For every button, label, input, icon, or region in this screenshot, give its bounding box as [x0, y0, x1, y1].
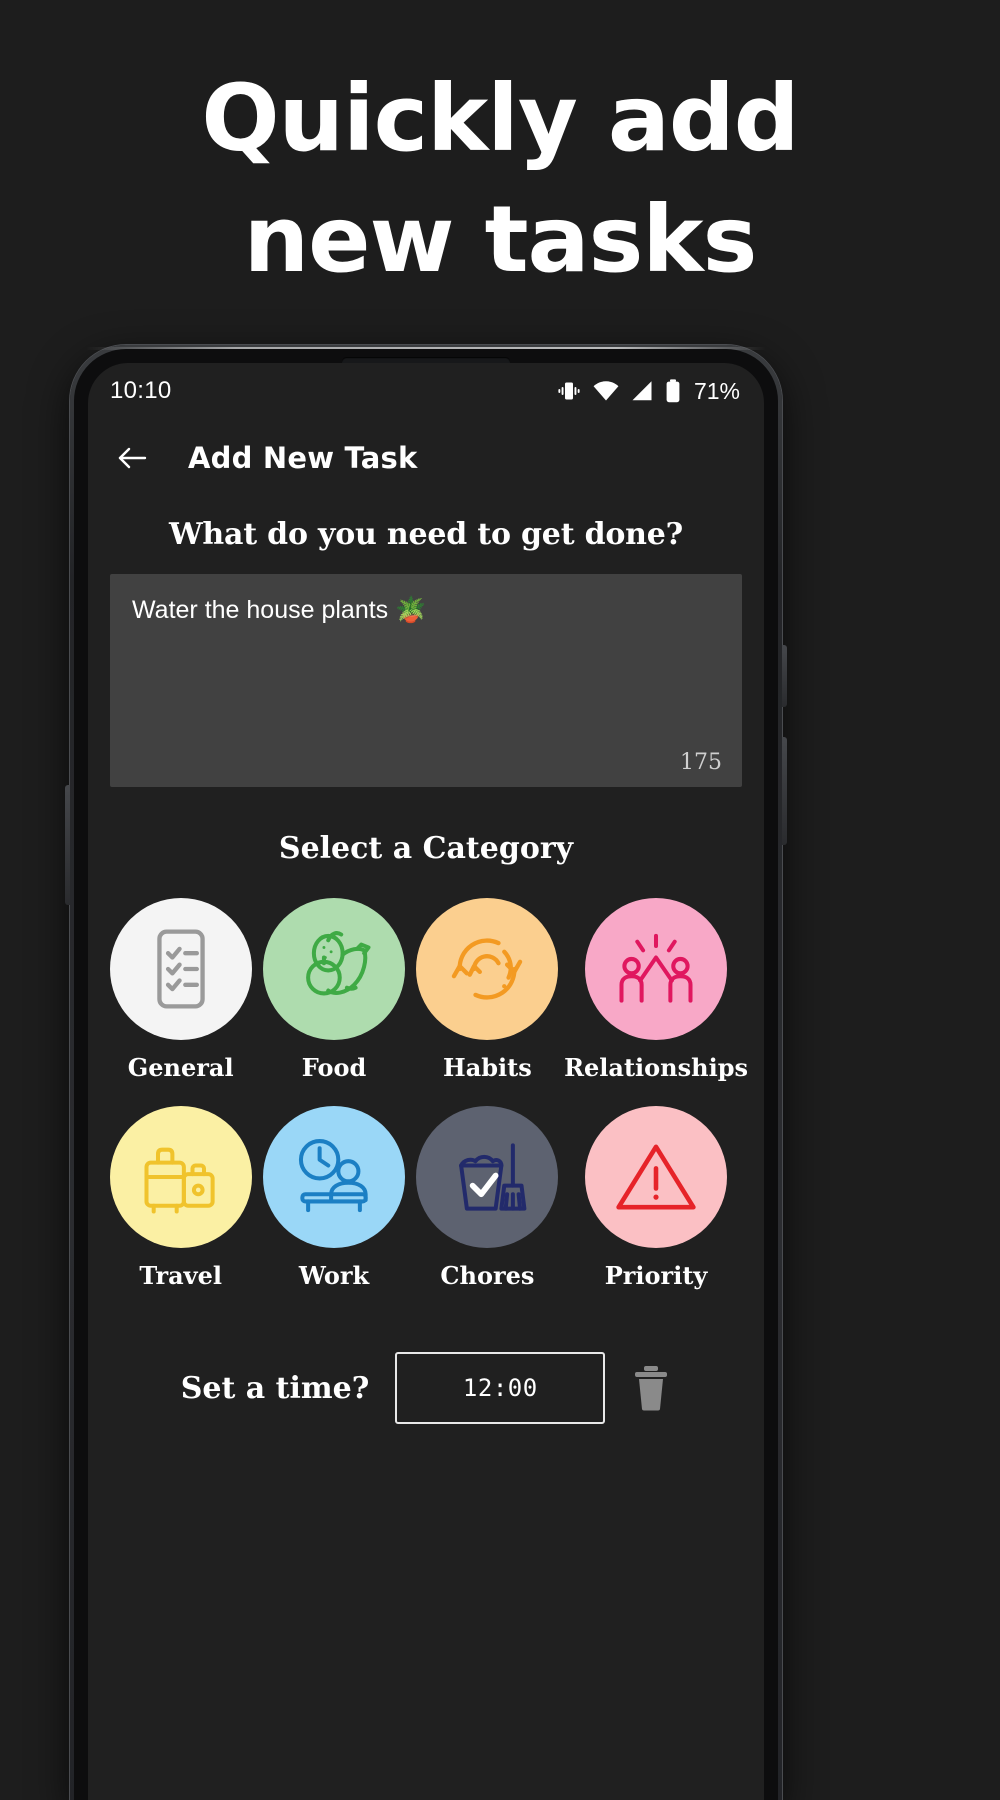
headline-line-1: Quickly add	[201, 65, 799, 172]
category-circle-food[interactable]	[263, 898, 406, 1040]
time-picker-button[interactable]: 12:00	[395, 1352, 606, 1424]
trash-icon[interactable]	[631, 1365, 671, 1411]
high-five-icon	[610, 923, 702, 1015]
category-label-food: Food	[301, 1053, 367, 1082]
bucket-broom-icon	[441, 1131, 533, 1223]
category-item-chores[interactable]: Chores	[411, 1106, 564, 1290]
volume-button	[782, 645, 787, 707]
power-button	[782, 737, 787, 845]
category-item-habits[interactable]: Habits	[411, 898, 564, 1082]
task-input-value[interactable]: Water the house plants 🪴	[132, 594, 720, 628]
category-item-travel[interactable]: Travel	[104, 1106, 257, 1290]
set-time-label: Set a time?	[180, 1370, 370, 1406]
category-circle-relationships[interactable]	[585, 898, 728, 1040]
warning-icon	[610, 1131, 702, 1223]
category-circle-chores[interactable]	[416, 1106, 559, 1248]
fruits-icon	[288, 923, 380, 1015]
vibrate-icon	[556, 379, 582, 403]
headline-line-2: new tasks	[243, 186, 758, 294]
category-item-relationships[interactable]: Relationships	[564, 898, 748, 1082]
wifi-icon	[593, 380, 619, 402]
task-text-field[interactable]: Water the house plants 🪴 175	[110, 574, 742, 787]
desk-clock-icon	[288, 1131, 380, 1223]
category-label-relationships: Relationships	[564, 1053, 748, 1082]
app-bar: Add New Task	[88, 419, 764, 497]
category-label-travel: Travel	[139, 1261, 222, 1290]
category-label-general: General	[127, 1053, 234, 1082]
category-item-work[interactable]: Work	[257, 1106, 410, 1290]
promo-screenshot: Quickly add new tasks 10:10 71% Add New …	[0, 0, 1000, 1800]
category-circle-general[interactable]	[109, 898, 252, 1040]
category-circle-travel[interactable]	[109, 1106, 252, 1248]
status-time: 10:10	[110, 377, 172, 404]
luggage-icon	[135, 1131, 227, 1223]
battery-icon	[665, 379, 681, 403]
status-icon-group: 71%	[556, 378, 740, 405]
category-circle-work[interactable]	[263, 1106, 406, 1248]
category-label-priority: Priority	[604, 1261, 708, 1290]
phone-bezel: 10:10 71% Add New Task What do you need …	[74, 349, 778, 1800]
category-label-work: Work	[298, 1261, 370, 1290]
category-item-priority[interactable]: Priority	[564, 1106, 748, 1290]
task-prompt: What do you need to get done?	[168, 517, 684, 552]
char-counter: 175	[680, 750, 722, 775]
page-title: Add New Task	[188, 441, 418, 475]
category-label-chores: Chores	[440, 1261, 535, 1290]
category-heading: Select a Category	[278, 831, 574, 866]
cycle-arrows-icon	[441, 923, 533, 1015]
checklist-icon	[135, 923, 227, 1015]
category-circle-priority[interactable]	[585, 1106, 728, 1248]
side-rail-left	[65, 785, 70, 905]
time-row: Set a time? 12:00	[88, 1352, 764, 1424]
phone-mockup: 10:10 71% Add New Task What do you need …	[65, 345, 787, 1800]
status-bar: 10:10 71%	[88, 363, 764, 419]
battery-percent: 71%	[693, 377, 740, 404]
category-circle-habits[interactable]	[416, 898, 559, 1040]
signal-icon	[630, 380, 654, 402]
category-item-general[interactable]: General	[104, 898, 257, 1082]
category-item-food[interactable]: Food	[257, 898, 410, 1082]
back-arrow-icon[interactable]	[114, 440, 150, 476]
app-screen: 10:10 71% Add New Task What do you need …	[88, 363, 764, 1800]
category-label-habits: Habits	[443, 1053, 532, 1082]
promo-headline: Quickly add new tasks	[0, 58, 1000, 301]
category-grid: General Food Habits Relationships Travel…	[88, 898, 764, 1290]
